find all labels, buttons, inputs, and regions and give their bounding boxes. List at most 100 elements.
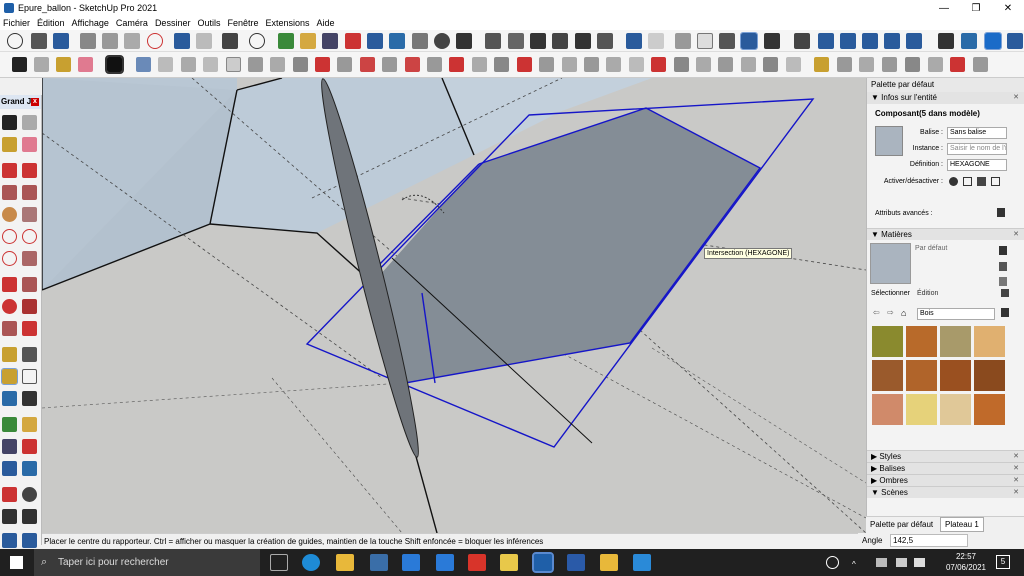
tags-header[interactable]: ▶ Balises ✕ [867,462,1024,474]
visibility-eye-icon[interactable] [949,177,958,186]
ext-tool-32-icon[interactable] [837,57,852,72]
menu-edition[interactable]: Édition [37,18,65,28]
move-icon[interactable] [2,277,17,292]
onedrive-icon[interactable] [876,558,887,567]
home-icon[interactable]: ⌂ [901,308,906,318]
material-swatch[interactable] [940,394,971,425]
iso-view-icon[interactable] [485,33,501,49]
ext-tool-8-icon[interactable] [293,57,308,72]
component-icon[interactable] [22,115,37,130]
library-details-icon[interactable] [1001,308,1009,317]
ext-tool-30-icon[interactable] [786,57,801,72]
position-camera-tool-icon[interactable] [2,487,17,502]
copy-icon[interactable] [102,33,118,49]
close-button[interactable]: ✕ [992,0,1024,16]
ext-tool-5-icon[interactable] [226,57,241,72]
orbit-icon[interactable] [278,33,294,49]
cast-shadow-icon[interactable] [977,177,986,186]
material-swatch[interactable] [872,326,903,357]
default-material-icon[interactable] [999,277,1007,286]
material-swatch[interactable] [940,360,971,391]
mail-icon[interactable] [402,554,420,571]
styles-close-icon[interactable]: ✕ [1012,453,1020,461]
ext-tool-34-icon[interactable] [882,57,897,72]
cut-icon[interactable] [80,33,96,49]
material-swatch[interactable] [974,326,1005,357]
definition-input[interactable]: HEXAGONE [947,159,1007,171]
ext-tool-23-icon[interactable] [629,57,644,72]
menu-extensions[interactable]: Extensions [266,18,310,28]
line-icon[interactable] [2,163,17,178]
make-component-icon[interactable] [34,57,49,72]
ext-tool-37-icon[interactable] [950,57,965,72]
ext-tool-38-icon[interactable] [973,57,988,72]
menu-outils[interactable]: Outils [197,18,220,28]
ext-tool-10-icon[interactable] [337,57,352,72]
ext-tool-4-icon[interactable] [203,57,218,72]
polygon-icon[interactable] [22,207,37,222]
ext-tool-31-icon[interactable] [814,57,829,72]
save-icon[interactable] [53,33,69,49]
ext-tool-24-icon[interactable] [651,57,666,72]
ext-tool-3-icon[interactable] [181,57,196,72]
previous-view-icon[interactable] [389,33,405,49]
follow-me-icon[interactable] [22,299,37,314]
menu-camera[interactable]: Caméra [116,18,148,28]
material-swatch[interactable] [974,394,1005,425]
ext-tool-9-icon[interactable] [315,57,330,72]
walk-tool-icon[interactable] [2,509,17,524]
red-app-icon[interactable] [468,554,486,571]
redo-icon[interactable] [196,33,212,49]
material-swatch[interactable] [906,326,937,357]
tray-chevron-icon[interactable]: ^ [852,560,856,569]
look-around-tool-icon[interactable] [22,487,37,502]
maximize-button[interactable]: ❐ [960,0,992,16]
tray-close-icon[interactable]: x [31,98,39,106]
3pt-arc-icon[interactable] [2,251,17,266]
tray-tab-plateau[interactable]: Plateau 1 [940,517,984,532]
back-edges-icon[interactable] [648,33,664,49]
ext-tool-22-icon[interactable] [606,57,621,72]
zoom-window-tool-icon[interactable] [22,439,37,454]
rotate-icon[interactable] [2,299,17,314]
model-info-icon[interactable] [249,33,265,49]
balise-select[interactable]: Sans balise [947,127,1007,139]
rotated-rectangle-icon[interactable] [22,185,37,200]
ext-tool-33-icon[interactable] [859,57,874,72]
ext-tool-14-icon[interactable] [427,57,442,72]
forward-arrow-icon[interactable]: ⇨ [887,308,894,317]
photos-icon[interactable] [633,554,651,571]
sketchup-taskbar-icon[interactable] [532,552,554,573]
ext-tool-13-icon[interactable] [405,57,420,72]
text-icon[interactable] [22,369,37,384]
ext-tool-29-icon[interactable] [763,57,778,72]
tab-edit[interactable]: Édition [917,290,938,297]
paint-icon[interactable] [2,137,17,152]
minimize-button[interactable]: — [928,0,960,16]
tape-measure-icon[interactable] [2,347,17,362]
zoom-window-icon[interactable] [345,33,361,49]
select-icon[interactable] [2,115,17,130]
section-plane-icon[interactable] [961,33,977,49]
instance-input[interactable]: Saisir le nom de l'i [947,143,1007,155]
paste-icon[interactable] [124,33,140,49]
ext-tool-25-icon[interactable] [674,57,689,72]
print-icon[interactable] [222,33,238,49]
pie-icon[interactable] [22,251,37,266]
angle-input[interactable]: 142,5 [890,534,968,547]
orbit-tool-icon[interactable] [2,417,17,432]
entity-info-header[interactable]: ▼ Infos sur l'entité ✕ [867,92,1024,104]
back-view-icon[interactable] [575,33,591,49]
3d-text-icon[interactable] [22,391,37,406]
undo-icon[interactable] [174,33,190,49]
look-around-icon[interactable] [434,33,450,49]
tab-select[interactable]: Sélectionner [871,290,910,297]
menu-fichier[interactable]: Fichier [3,18,30,28]
ext-tool-17-icon[interactable] [494,57,509,72]
word-icon[interactable] [567,554,585,571]
freehand-icon[interactable] [22,163,37,178]
new-icon[interactable] [7,33,23,49]
windows-start-icon[interactable] [10,556,23,569]
material-swatch[interactable] [872,394,903,425]
scene-canvas[interactable] [42,78,866,533]
